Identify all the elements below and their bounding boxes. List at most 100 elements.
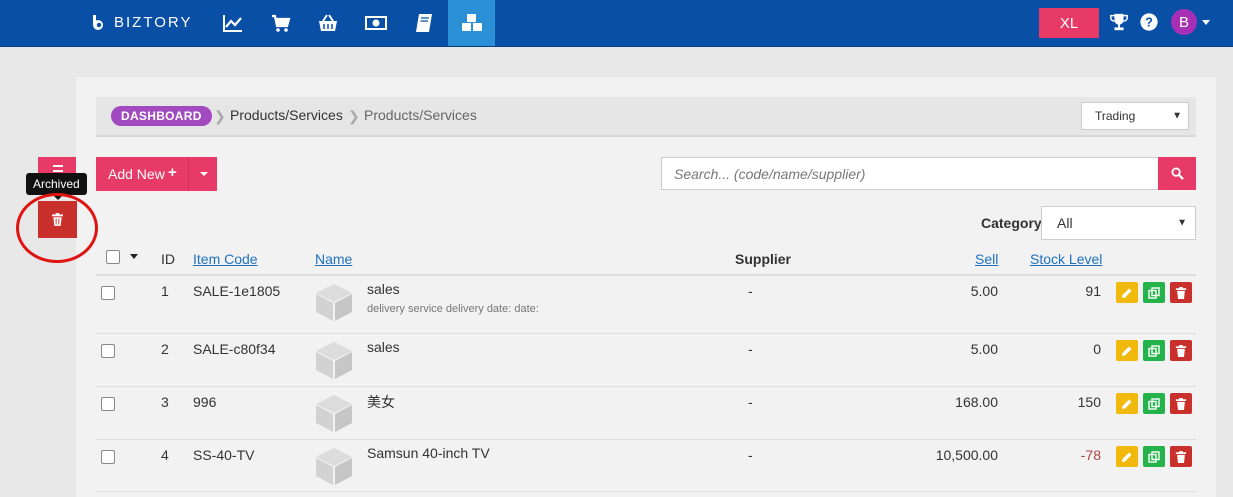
breadcrumb-dashboard[interactable]: DASHBOARD: [111, 106, 212, 126]
row-divider: [96, 439, 1196, 440]
row-checkbox[interactable]: [101, 286, 115, 300]
search-icon: [1170, 167, 1184, 180]
nav-sales[interactable]: [260, 0, 302, 46]
button-divider: [188, 157, 189, 191]
nav-reports[interactable]: [212, 0, 254, 46]
search-input[interactable]: [661, 157, 1159, 190]
add-new-button[interactable]: Add New +: [96, 157, 217, 191]
row-divider: [96, 333, 1196, 334]
row-stock-level: 150: [1077, 394, 1101, 410]
row-sell: 5.00: [970, 283, 998, 299]
bulk-actions-caret-icon[interactable]: [130, 254, 138, 259]
edit-button[interactable]: [1116, 282, 1138, 303]
edit-button[interactable]: [1116, 340, 1138, 361]
user-avatar[interactable]: B: [1171, 9, 1197, 35]
select-caret-icon: ▼: [1177, 217, 1187, 229]
nav-products[interactable]: [448, 0, 495, 46]
duplicate-button[interactable]: [1143, 340, 1165, 361]
search-button[interactable]: [1158, 157, 1196, 190]
category-label: Category: [981, 215, 1042, 231]
achievements-button[interactable]: [1108, 11, 1130, 33]
column-header-item-code[interactable]: Item Code: [193, 251, 258, 267]
edit-button[interactable]: [1116, 393, 1138, 414]
copy-icon: [1148, 450, 1160, 463]
row-name[interactable]: 美女: [367, 392, 395, 412]
nav-purchases[interactable]: [307, 0, 349, 46]
row-supplier: -: [748, 447, 753, 463]
column-header-supplier: Supplier: [735, 251, 792, 267]
add-new-label: Add New: [108, 166, 165, 182]
row-stock-level: 0: [1093, 341, 1101, 357]
category-select-value: All: [1057, 215, 1073, 231]
row-sell: 5.00: [970, 341, 998, 357]
select-all-checkbox[interactable]: [106, 250, 120, 264]
row-divider: [96, 491, 1196, 492]
row-divider: [96, 386, 1196, 387]
money-icon: [365, 16, 387, 30]
product-placeholder-icon: [316, 284, 352, 321]
row-item-code: SS-40-TV: [193, 447, 255, 463]
breadcrumb-item-current: Products/Services: [364, 107, 477, 123]
add-new-dropdown-caret-icon[interactable]: [200, 172, 208, 176]
breadcrumb-item[interactable]: Products/Services: [230, 107, 343, 123]
row-supplier: -: [748, 283, 753, 299]
product-placeholder-icon: [316, 448, 352, 485]
row-name[interactable]: sales: [367, 281, 400, 297]
question-circle-icon: ?: [1140, 13, 1158, 31]
user-menu-caret-icon[interactable]: [1202, 20, 1210, 25]
help-button[interactable]: ?: [1138, 11, 1160, 33]
row-item-code: SALE-c80f34: [193, 341, 276, 357]
copy-icon: [1148, 286, 1160, 299]
archived-tooltip: Archived: [26, 173, 87, 195]
svg-text:?: ?: [1145, 15, 1153, 30]
trophy-icon: [1110, 13, 1128, 31]
row-checkbox[interactable]: [101, 397, 115, 411]
duplicate-button[interactable]: [1143, 393, 1165, 414]
edit-button[interactable]: [1116, 446, 1138, 467]
column-header-stock-level[interactable]: Stock Level: [1030, 251, 1102, 267]
row-item-code: SALE-1e1805: [193, 283, 281, 299]
delete-button[interactable]: [1170, 340, 1192, 361]
plus-icon: +: [168, 164, 177, 181]
category-select[interactable]: All ▼: [1041, 206, 1196, 240]
row-supplier: -: [748, 394, 753, 410]
row-name[interactable]: Samsun 40-inch TV: [367, 445, 490, 461]
row-item-code: 996: [193, 394, 217, 410]
delete-button[interactable]: [1170, 393, 1192, 414]
row-name[interactable]: sales: [367, 339, 400, 355]
book-icon: [416, 14, 432, 32]
row-sell: 168.00: [955, 394, 998, 410]
row-id: 1: [161, 283, 169, 299]
pencil-icon: [1122, 346, 1132, 356]
column-header-id: ID: [161, 251, 175, 267]
nav-accounting[interactable]: [403, 0, 445, 46]
row-id: 3: [161, 394, 169, 410]
row-id: 4: [161, 447, 169, 463]
row-checkbox[interactable]: [101, 344, 115, 358]
pencil-icon: [1122, 452, 1132, 462]
product-placeholder-icon: [316, 395, 352, 432]
nav-banking[interactable]: [355, 0, 397, 46]
shopping-cart-icon: [272, 14, 291, 32]
column-header-name[interactable]: Name: [315, 251, 352, 267]
copy-icon: [1148, 344, 1160, 357]
basket-icon: [319, 14, 337, 31]
duplicate-button[interactable]: [1143, 282, 1165, 303]
breadcrumb-separator-icon: ❯: [348, 108, 360, 124]
column-header-sell[interactable]: Sell: [975, 251, 998, 267]
line-chart-icon: [223, 15, 242, 32]
company-switch-button[interactable]: XL: [1039, 8, 1099, 38]
delete-button[interactable]: [1170, 446, 1192, 467]
trash-icon: [1175, 397, 1187, 410]
trading-select-value: Trading: [1095, 109, 1136, 123]
trading-select[interactable]: Trading ▼: [1081, 102, 1189, 130]
row-stock-level: 91: [1085, 283, 1101, 299]
row-description: delivery service delivery date: date:: [367, 303, 539, 315]
biztory-logo[interactable]: BIZTORY: [90, 13, 192, 31]
row-stock-level: -78: [1080, 447, 1101, 463]
pencil-icon: [1122, 399, 1132, 409]
duplicate-button[interactable]: [1143, 446, 1165, 467]
delete-button[interactable]: [1170, 282, 1192, 303]
row-checkbox[interactable]: [101, 450, 115, 464]
row-id: 2: [161, 341, 169, 357]
